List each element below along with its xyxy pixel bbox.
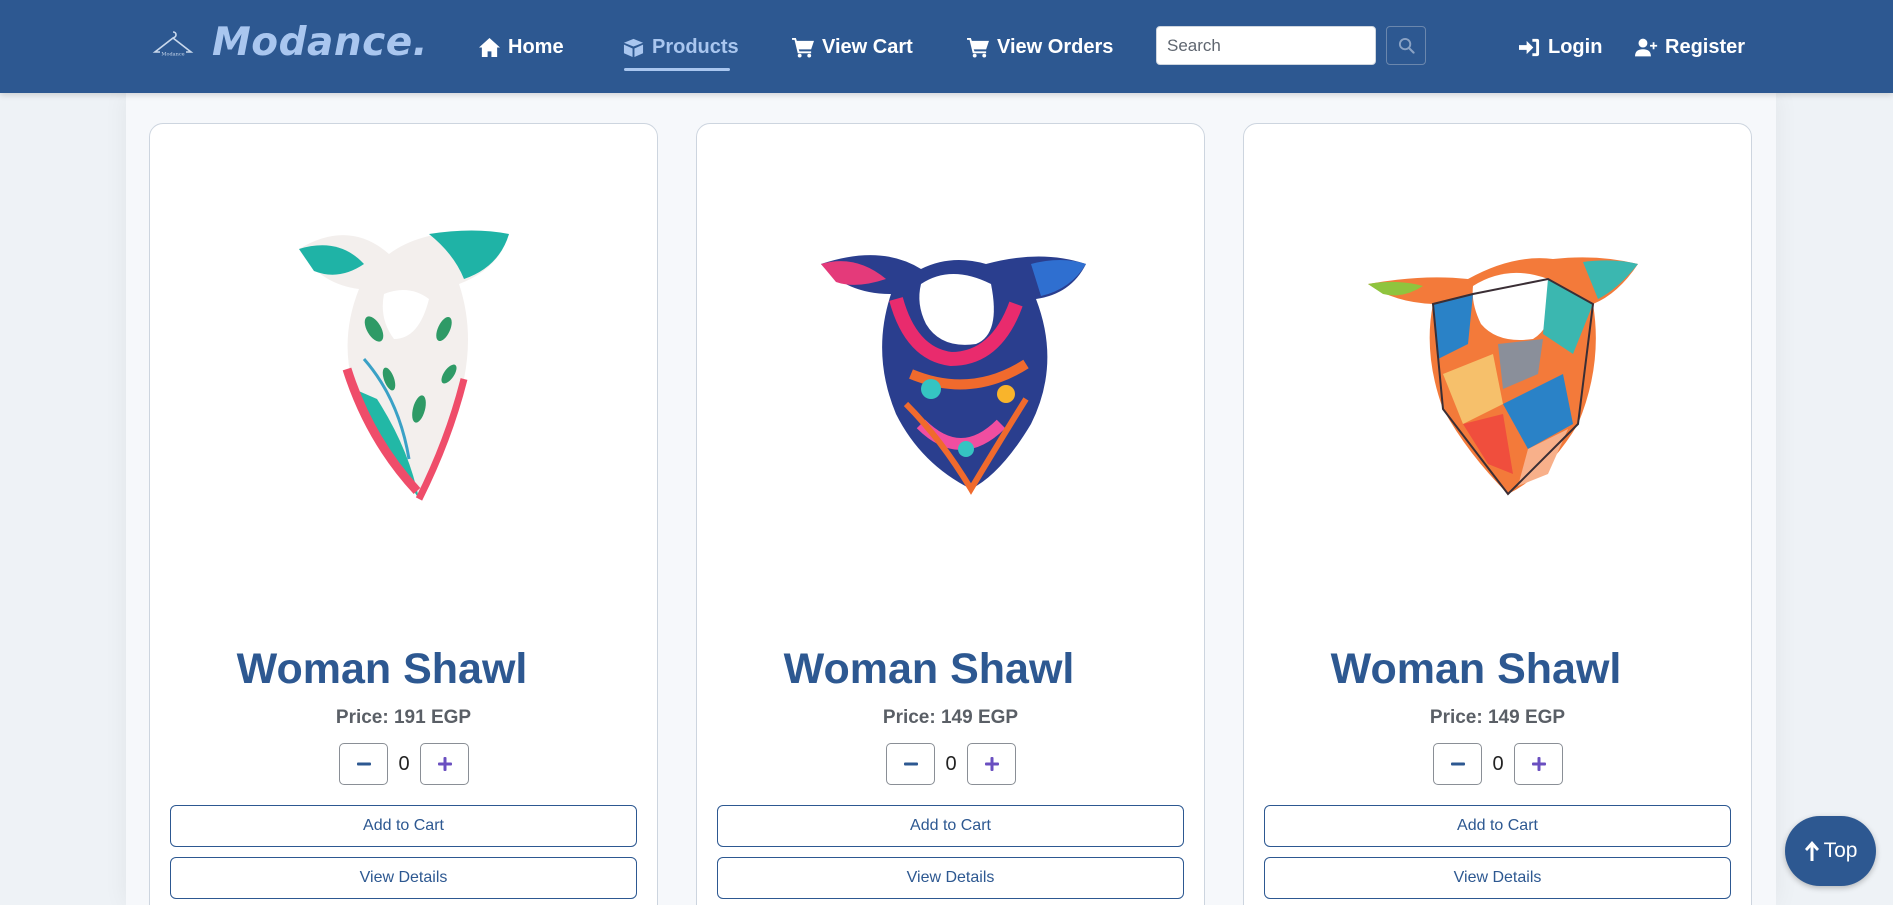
nav-login-label: Login: [1548, 35, 1603, 58]
cart-icon: [967, 37, 989, 58]
product-title: Woman Shawl: [1330, 645, 1622, 693]
quantity-stepper: 0: [1433, 743, 1563, 785]
search-input[interactable]: [1156, 26, 1376, 65]
plus-icon: [984, 757, 999, 771]
active-nav-indicator: [624, 68, 730, 71]
view-details-button[interactable]: View Details: [170, 857, 637, 899]
nav-register-label: Register: [1665, 35, 1746, 58]
user-plus-icon: [1635, 38, 1658, 56]
decrease-quantity-button[interactable]: [886, 743, 935, 785]
nav-products[interactable]: Products: [622, 32, 739, 62]
nav-products-label: Products: [652, 35, 739, 58]
nav-home-label: Home: [508, 35, 564, 58]
product-image[interactable]: [697, 134, 1204, 614]
product-price: Price: 149 EGP: [1429, 707, 1566, 728]
cart-icon: [792, 37, 814, 58]
product-price: Price: 191 EGP: [335, 707, 472, 728]
nav-login[interactable]: Login: [1518, 32, 1602, 62]
quantity-value: 0: [945, 752, 957, 775]
scarf-image-blue-pink: [820, 255, 1086, 495]
brand-name[interactable]: Modance.: [212, 20, 428, 65]
arrow-up-icon: [1804, 841, 1819, 861]
minus-icon: [356, 762, 371, 766]
plus-icon: [1531, 757, 1546, 771]
add-to-cart-button[interactable]: Add to Cart: [1264, 805, 1731, 847]
back-to-top-button[interactable]: Top: [1785, 816, 1876, 886]
hanger-logo-icon[interactable]: Modance: [152, 28, 194, 62]
box-icon: [623, 38, 644, 57]
plus-icon: [437, 757, 452, 771]
search-button[interactable]: [1386, 26, 1426, 65]
quantity-value: 0: [1492, 752, 1504, 775]
increase-quantity-button[interactable]: [967, 743, 1016, 785]
decrease-quantity-button[interactable]: [1433, 743, 1482, 785]
product-card: Woman Shawl Price: 149 EGP 0 Add to Cart…: [1243, 123, 1752, 905]
quantity-stepper: 0: [339, 743, 469, 785]
product-title: Woman Shawl: [236, 645, 528, 693]
nav-view-cart[interactable]: View Cart: [792, 32, 913, 62]
decrease-quantity-button[interactable]: [339, 743, 388, 785]
scarf-image-floral: [298, 230, 509, 501]
nav-view-orders[interactable]: View Orders: [967, 32, 1113, 62]
product-title: Woman Shawl: [783, 645, 1075, 693]
quantity-value: 0: [398, 752, 410, 775]
minus-icon: [1450, 762, 1465, 766]
add-to-cart-button[interactable]: Add to Cart: [717, 805, 1184, 847]
add-to-cart-button[interactable]: Add to Cart: [170, 805, 637, 847]
product-image[interactable]: [150, 134, 657, 614]
view-details-button[interactable]: View Details: [1264, 857, 1731, 899]
search-icon: [1398, 37, 1415, 54]
minus-icon: [903, 762, 918, 766]
increase-quantity-button[interactable]: [420, 743, 469, 785]
navbar: Modance Modance. Home Products View Cart…: [0, 0, 1893, 93]
product-card: Woman Shawl Price: 191 EGP 0 Add to Cart…: [149, 123, 658, 905]
nav-home[interactable]: Home: [478, 32, 564, 62]
product-card: Woman Shawl Price: 149 EGP 0 Add to Cart…: [696, 123, 1205, 905]
view-details-button[interactable]: View Details: [717, 857, 1184, 899]
nav-view-orders-label: View Orders: [997, 35, 1114, 58]
home-icon: [479, 37, 500, 57]
nav-register[interactable]: Register: [1635, 32, 1745, 62]
quantity-stepper: 0: [886, 743, 1016, 785]
svg-text:Modance: Modance: [161, 52, 184, 58]
increase-quantity-button[interactable]: [1514, 743, 1563, 785]
nav-view-cart-label: View Cart: [822, 35, 913, 58]
product-image[interactable]: [1244, 134, 1751, 614]
product-price: Price: 149 EGP: [882, 707, 1019, 728]
scarf-image-geometric: [1367, 257, 1638, 496]
back-to-top-label: Top: [1823, 839, 1858, 862]
sign-in-icon: [1519, 38, 1540, 56]
